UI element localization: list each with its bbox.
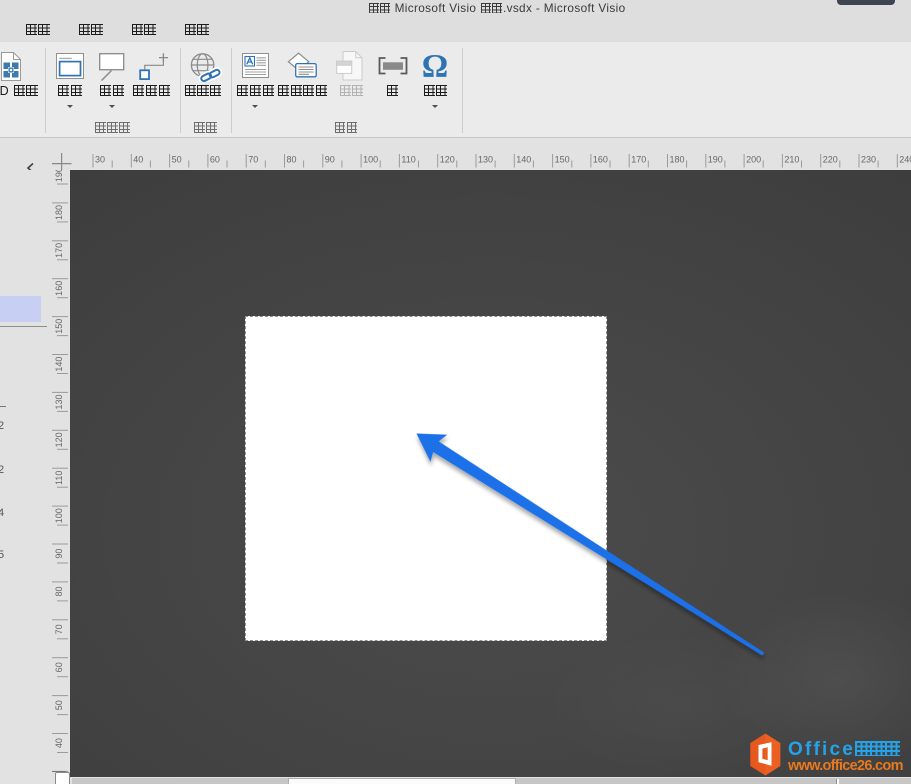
svg-text:90: 90 <box>54 549 64 559</box>
svg-text:110: 110 <box>54 471 64 485</box>
svg-text:120: 120 <box>440 155 455 165</box>
svg-text:40: 40 <box>133 155 143 165</box>
svg-text:90: 90 <box>325 155 335 165</box>
svg-text:50: 50 <box>172 155 182 165</box>
svg-text:120: 120 <box>54 432 64 447</box>
svg-text:130: 130 <box>478 155 493 165</box>
svg-text:80: 80 <box>287 155 297 165</box>
svg-text:130: 130 <box>54 394 64 409</box>
svg-text:230: 230 <box>861 155 876 165</box>
svg-text:100: 100 <box>363 155 378 165</box>
svg-text:210: 210 <box>784 155 799 165</box>
svg-text:180: 180 <box>670 155 685 165</box>
svg-text:110: 110 <box>401 155 415 165</box>
svg-text:200: 200 <box>746 155 761 165</box>
svg-text:170: 170 <box>54 243 64 258</box>
svg-text:160: 160 <box>593 155 608 165</box>
svg-text:220: 220 <box>823 155 838 165</box>
svg-text:190: 190 <box>708 155 723 165</box>
svg-text:30: 30 <box>95 155 105 165</box>
svg-text:70: 70 <box>54 624 64 634</box>
svg-text:150: 150 <box>555 155 570 165</box>
svg-text:100: 100 <box>54 508 64 523</box>
svg-text:190: 190 <box>54 170 64 182</box>
svg-text:70: 70 <box>248 155 258 165</box>
svg-text:60: 60 <box>210 155 220 165</box>
svg-text:80: 80 <box>54 586 64 596</box>
svg-text:50: 50 <box>54 700 64 710</box>
svg-text:170: 170 <box>631 155 646 165</box>
svg-text:240: 240 <box>899 155 911 165</box>
svg-text:140: 140 <box>54 357 64 372</box>
svg-text:140: 140 <box>516 155 531 165</box>
svg-text:160: 160 <box>54 281 64 296</box>
svg-text:180: 180 <box>54 205 64 220</box>
svg-text:60: 60 <box>54 662 64 672</box>
svg-text:Ω: Ω <box>422 50 448 81</box>
svg-text:150: 150 <box>54 319 64 334</box>
svg-text:40: 40 <box>54 738 64 748</box>
